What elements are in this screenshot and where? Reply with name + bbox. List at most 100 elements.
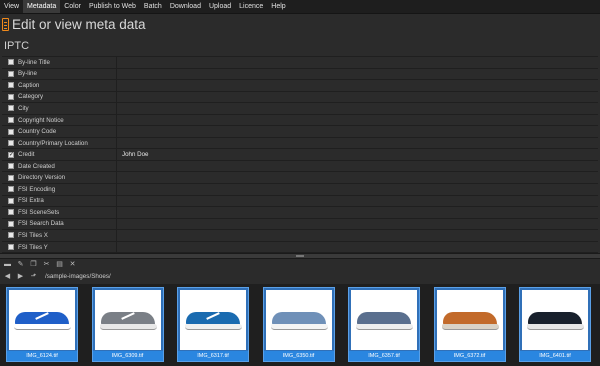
close-icon[interactable]: ✕ <box>69 261 76 268</box>
thumbnail-card[interactable]: IMG_6309.tif <box>91 287 164 362</box>
metadata-row: Country/Primary Location <box>2 137 598 150</box>
cut-icon[interactable]: ✂ <box>43 261 50 268</box>
field-value-input[interactable] <box>116 195 598 207</box>
menu-item-metadata[interactable]: Metadata <box>23 0 61 13</box>
folder-icon[interactable]: ▬ <box>4 261 11 268</box>
forward-icon[interactable]: ▶ <box>17 273 24 280</box>
path-bar: ◀ ▶ ⬏ /sample-images/Shoes/ <box>4 271 111 281</box>
field-value-input[interactable] <box>116 126 598 137</box>
field-value-input[interactable] <box>116 57 598 68</box>
field-label: FSI Tiles Y <box>18 243 48 251</box>
menu-item-upload[interactable]: Upload <box>205 0 235 13</box>
shoe-image <box>522 290 588 350</box>
field-checkbox[interactable] <box>8 128 14 135</box>
paste-icon[interactable]: ▤ <box>56 261 63 268</box>
thumbnail-card[interactable]: IMG_6357.tif <box>348 287 420 362</box>
shoe-sole <box>441 324 499 330</box>
up-icon[interactable]: ⬏ <box>30 273 37 280</box>
pane-splitter[interactable] <box>0 253 600 259</box>
page-title: Edit or view meta data <box>12 17 146 32</box>
field-label: Copyright Notice <box>18 116 64 124</box>
field-checkbox[interactable] <box>8 244 14 251</box>
shoe-sole <box>270 324 328 330</box>
field-value-input[interactable] <box>116 91 598 103</box>
thumbnail-strip: IMG_6124.tif IMG_6309.tif IMG_6317.tif IMG_… <box>0 284 600 366</box>
menu-item-licence[interactable]: Licence <box>235 0 267 13</box>
shoe-sole <box>185 324 242 330</box>
field-value-input[interactable] <box>116 207 598 218</box>
edit-icon[interactable]: ✎ <box>17 261 24 268</box>
current-path[interactable]: /sample-images/Shoes/ <box>45 273 111 280</box>
field-checkbox[interactable] <box>8 209 14 216</box>
menu-item-view[interactable]: View <box>0 0 23 13</box>
metadata-row: FSI Tiles Y <box>2 241 598 254</box>
field-label: FSI Encoding <box>18 185 56 193</box>
copy-icon[interactable]: ❐ <box>30 261 37 268</box>
field-checkbox[interactable] <box>8 174 14 181</box>
field-checkbox[interactable] <box>8 140 14 147</box>
field-checkbox[interactable] <box>8 232 14 239</box>
field-checkbox[interactable] <box>8 105 14 112</box>
menu-item-batch[interactable]: Batch <box>140 0 166 13</box>
metadata-row: By-line Title <box>2 57 598 69</box>
shoe-sole <box>99 324 157 330</box>
shoe-image <box>9 290 75 350</box>
field-label: Credit <box>18 151 35 159</box>
field-checkbox[interactable] <box>8 197 14 204</box>
field-checkbox[interactable] <box>8 220 14 227</box>
menu-item-help[interactable]: Help <box>267 0 289 13</box>
field-checkbox[interactable] <box>8 117 14 123</box>
thumbnail-card[interactable]: IMG_6124.tif <box>6 287 78 362</box>
metadata-row: FSI Tiles X <box>2 230 598 242</box>
field-value-input[interactable] <box>116 184 598 195</box>
thumbnail-filename: IMG_6350.tif <box>263 351 334 361</box>
metadata-row: Directory Version <box>2 172 598 185</box>
menu-item-publish-to-web[interactable]: Publish to Web <box>85 0 140 13</box>
field-value-input[interactable] <box>116 172 598 184</box>
field-label: By-line <box>18 70 37 78</box>
metadata-row: FSI Extra <box>2 195 598 208</box>
field-value-input[interactable] <box>116 114 598 126</box>
back-icon[interactable]: ◀ <box>4 273 11 280</box>
field-checkbox[interactable] <box>8 70 14 77</box>
thumbnail-card[interactable]: IMG_6401.tif <box>519 287 591 362</box>
shoe-image <box>436 290 503 350</box>
field-label: Directory Version <box>18 174 66 182</box>
metadata-row: Category <box>2 91 598 104</box>
field-value-input[interactable] <box>116 160 598 172</box>
thumbnail-filename: IMG_6309.tif <box>92 351 163 361</box>
thumbnail-card[interactable]: IMG_6350.tif <box>262 287 335 362</box>
shoe-sole <box>527 324 584 330</box>
field-label: FSI SceneSets <box>18 208 60 216</box>
field-checkbox[interactable] <box>8 163 14 170</box>
thumbnail-filename: IMG_6124.tif <box>7 351 77 361</box>
field-value-input[interactable] <box>116 68 598 80</box>
section-title: IPTC <box>4 40 30 52</box>
field-value-input[interactable] <box>116 80 598 91</box>
title-row: Edit or view meta data <box>0 14 600 35</box>
thumbnail-card[interactable]: IMG_6317.tif <box>177 287 249 362</box>
metadata-row: FSI Search Data <box>2 218 598 231</box>
menu-item-download[interactable]: Download <box>166 0 205 13</box>
menu-item-color[interactable]: Color <box>60 0 85 13</box>
document-icon[interactable] <box>2 18 9 31</box>
field-value-input[interactable] <box>116 241 598 253</box>
field-value-input[interactable] <box>116 218 598 230</box>
field-value-input[interactable] <box>116 230 598 241</box>
field-label: Caption <box>18 81 40 89</box>
field-checkbox[interactable] <box>8 186 14 193</box>
field-checkbox[interactable] <box>8 82 14 89</box>
shoe-image <box>265 290 332 350</box>
field-checkbox[interactable]: ✓ <box>8 151 14 158</box>
thumbnail-card[interactable]: IMG_6372.tif <box>433 287 506 362</box>
field-checkbox[interactable] <box>8 59 14 66</box>
field-label: FSI Search Data <box>18 220 64 228</box>
field-value-input[interactable] <box>116 137 598 149</box>
field-label: FSI Extra <box>18 197 44 205</box>
field-label: Country Code <box>18 128 57 136</box>
field-label: FSI Tiles X <box>18 231 48 239</box>
metadata-row: Country Code <box>2 126 598 138</box>
field-value-input[interactable]: John Doe <box>116 149 598 160</box>
field-value-input[interactable] <box>116 103 598 114</box>
field-checkbox[interactable] <box>8 93 14 100</box>
